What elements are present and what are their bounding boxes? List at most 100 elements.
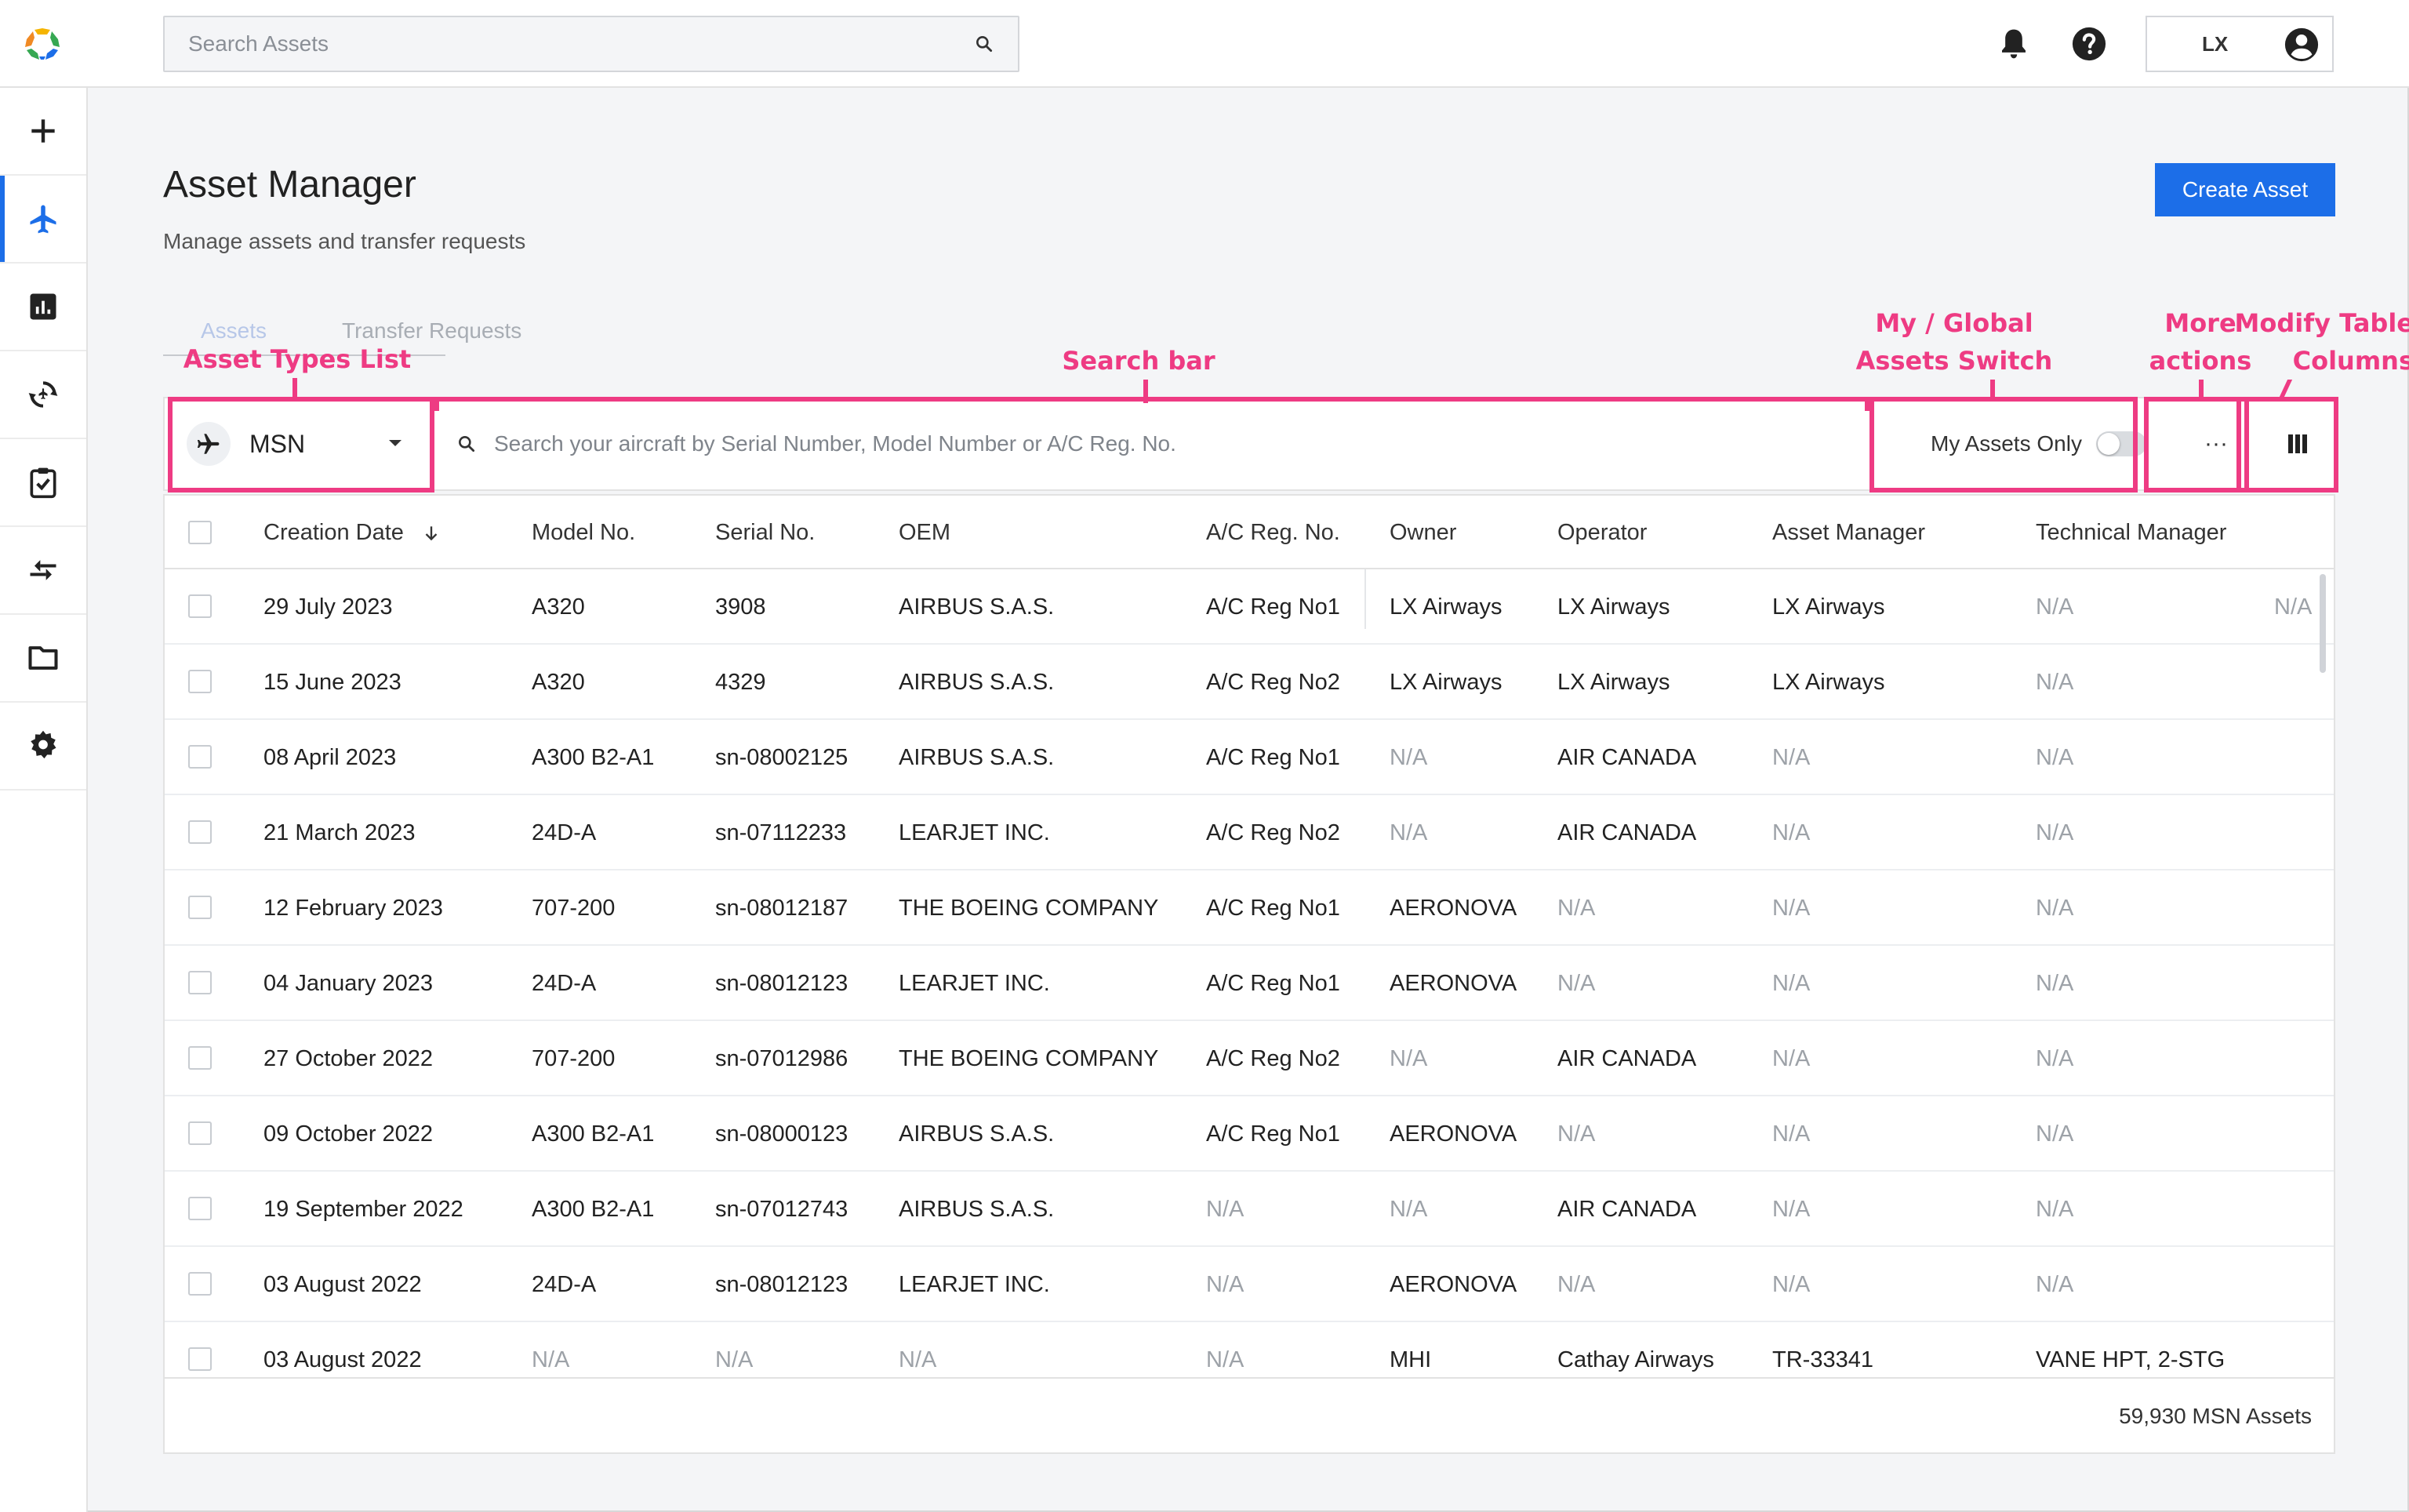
bar-chart-icon	[30, 293, 56, 320]
table-cell: sn-07012743	[715, 1197, 848, 1222]
page-title: Asset Manager	[163, 164, 416, 205]
table-cell: N/A	[1557, 971, 1596, 996]
annotation-modify-tick	[2279, 380, 2293, 397]
annotation-modify-line1: Modify Table	[2234, 308, 2409, 338]
table-cell: 15 June 2023	[263, 670, 402, 695]
column-header[interactable]: Model No.	[532, 496, 635, 569]
table-cell: N/A	[1390, 1197, 1428, 1222]
column-resize-divider[interactable]	[1364, 569, 1366, 629]
table-row[interactable]: 21 March 2023 24D-A sn-07112233 LEARJET INC…	[165, 795, 2334, 870]
table-row[interactable]: 09 October 2022 A300 B2-A1 sn-08000123 AIRB…	[165, 1096, 2334, 1172]
table-cell: A/C Reg No1	[1206, 896, 1340, 921]
column-header[interactable]: OEM	[899, 496, 950, 569]
asset-search[interactable]	[438, 398, 1896, 489]
column-header[interactable]: Serial No.	[715, 496, 815, 569]
table-cell: TR-33341	[1772, 1347, 1873, 1372]
table-cell: A300 B2-A1	[532, 1121, 655, 1147]
table-cell: 707-200	[532, 896, 616, 921]
row-checkbox[interactable]	[188, 1046, 212, 1070]
table-scrollbar[interactable]	[2320, 574, 2326, 673]
table-cell: 24D-A	[532, 1272, 597, 1297]
table-cell: THE BOEING COMPANY	[899, 896, 1159, 921]
app-logo[interactable]	[24, 27, 61, 61]
table-cell: A300 B2-A1	[532, 1197, 655, 1222]
table-cell: N/A	[2036, 1272, 2074, 1297]
table-cell: 19 September 2022	[263, 1197, 463, 1222]
table-cell: VANE HPT, 2-STG	[2036, 1347, 2226, 1372]
user-menu[interactable]: LX	[2146, 16, 2334, 72]
table-row[interactable]: 03 August 2022 N/A N/A N/A N/A MHI Cathay Airw…	[165, 1322, 2334, 1377]
annotation-more-box	[2144, 397, 2249, 492]
asset-search-input[interactable]	[494, 431, 1896, 456]
sidebar-item-assets[interactable]	[0, 176, 86, 264]
table-cell: AIRBUS S.A.S.	[899, 670, 1055, 695]
table-cell: N/A	[1557, 1272, 1596, 1297]
table-cell: LX Airways	[1557, 670, 1670, 695]
row-checkbox[interactable]	[188, 1347, 212, 1371]
column-header-label: Creation Date	[263, 520, 404, 545]
table-cell: 03 August 2022	[263, 1347, 422, 1372]
table-row[interactable]: 04 January 2023 24D-A sn-08012123 LEARJET I…	[165, 946, 2334, 1021]
table-cell: Cathay Airways	[1557, 1347, 1714, 1372]
table-row[interactable]: 03 August 2022 24D-A sn-08012123 LEARJET IN…	[165, 1247, 2334, 1322]
column-header[interactable]: Creation Date	[263, 496, 441, 569]
row-checkbox[interactable]	[188, 745, 212, 769]
row-checkbox[interactable]	[188, 896, 212, 919]
search-icon[interactable]	[974, 34, 994, 54]
column-header[interactable]: Operator	[1557, 496, 1647, 569]
column-header[interactable]: Technical Manager	[2036, 496, 2226, 569]
sidebar-item-documents[interactable]	[0, 615, 86, 703]
table-cell: AIR CANADA	[1557, 820, 1697, 845]
row-checkbox[interactable]	[188, 1197, 212, 1220]
table-row[interactable]: 15 June 2023 A320 4329 AIRBUS S.A.S. A/C Reg…	[165, 645, 2334, 720]
row-checkbox[interactable]	[188, 1272, 212, 1296]
sidebar-item-tracking[interactable]	[0, 351, 86, 439]
notifications-button[interactable]	[1997, 27, 2031, 61]
row-checkbox[interactable]	[188, 1121, 212, 1145]
clipboard-check-icon	[30, 467, 56, 499]
table-row[interactable]: 27 October 2022 707-200 sn-07012986 THE BOE…	[165, 1021, 2334, 1096]
table-cell: A300 B2-A1	[532, 745, 655, 770]
table-cell: N/A	[1390, 820, 1428, 845]
table-cell: AERONOVA	[1390, 1272, 1517, 1297]
table-cell: N/A	[1772, 1121, 1811, 1147]
table-row[interactable]: 12 February 2023 707-200 sn-08012187 THE BO…	[165, 870, 2334, 946]
sidebar-item-add[interactable]	[0, 88, 86, 176]
annotation-switch-line2: Assets Switch	[1855, 346, 2053, 376]
create-asset-button[interactable]: Create Asset	[2155, 163, 2335, 216]
table-cell: LEARJET INC.	[899, 971, 1050, 996]
table-cell: LX Airways	[1772, 594, 1885, 620]
table-cell: N/A	[1206, 1347, 1244, 1372]
column-header[interactable]: Asset Manager	[1772, 496, 1925, 569]
row-checkbox[interactable]	[188, 670, 212, 693]
annotation-search-left-tick	[434, 397, 439, 411]
row-checkbox[interactable]	[188, 971, 212, 994]
table-cell: N/A	[1772, 1272, 1811, 1297]
sync-icon	[28, 381, 58, 408]
global-search[interactable]	[163, 16, 1019, 72]
table-cell: N/A	[1557, 1121, 1596, 1147]
column-header[interactable]: A/C Reg. No.	[1206, 496, 1340, 569]
sidebar-item-tasks[interactable]	[0, 439, 86, 527]
arrow-down-icon[interactable]	[421, 523, 441, 543]
annotation-search-bar: Search bar	[1062, 346, 1215, 376]
annotation-switch-tick	[1990, 380, 1995, 397]
row-checkbox[interactable]	[188, 820, 212, 844]
account-circle-icon	[2284, 27, 2319, 62]
annotation-asset-types-box	[168, 397, 434, 492]
row-checkbox[interactable]	[188, 594, 212, 618]
help-button[interactable]	[2070, 25, 2108, 63]
user-initials: LX	[2202, 32, 2229, 56]
table-row[interactable]: 19 September 2022 A300 B2-A1 sn-07012743 AI…	[165, 1172, 2334, 1247]
table-row[interactable]: 08 April 2023 A300 B2-A1 sn-08002125 AIRBUS…	[165, 720, 2334, 795]
sidebar-item-transfers[interactable]	[0, 527, 86, 615]
select-all-checkbox[interactable]	[188, 521, 212, 544]
table-row[interactable]: 29 July 2023 A320 3908 AIRBUS S.A.S. A/C Reg…	[165, 569, 2334, 645]
sidebar-item-settings[interactable]	[0, 703, 86, 791]
table-cell: 08 April 2023	[263, 745, 397, 770]
table-cell: N/A	[2036, 670, 2074, 695]
global-search-input[interactable]	[188, 31, 974, 56]
sidebar-item-reports[interactable]	[0, 264, 86, 351]
table-cell: sn-08012123	[715, 1272, 848, 1297]
column-header[interactable]: Owner	[1390, 496, 1456, 569]
